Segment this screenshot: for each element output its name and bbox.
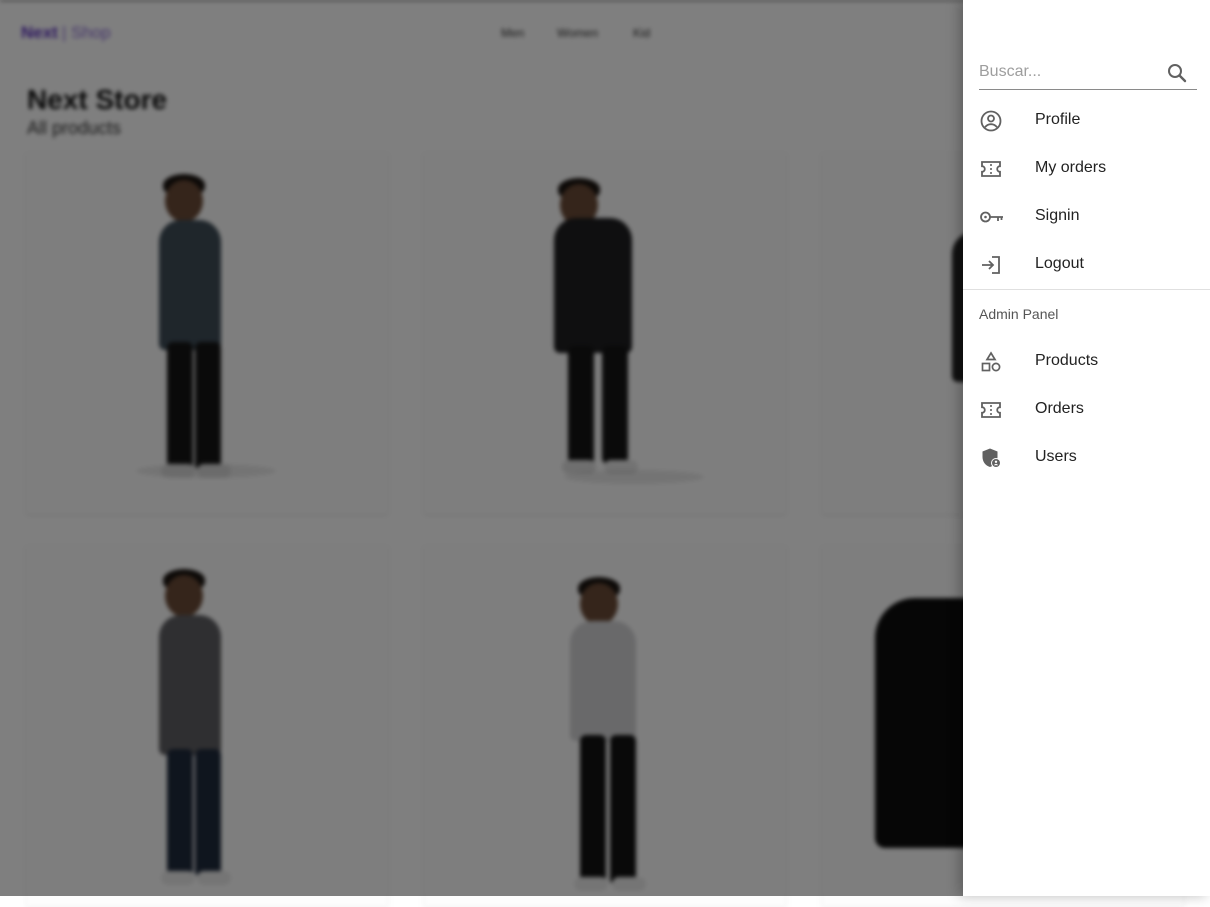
key-icon (979, 205, 1003, 229)
menu-item-label: Profile (1035, 111, 1081, 128)
menu-item-my-orders[interactable]: My orders (963, 145, 1210, 193)
login-icon (979, 253, 1003, 277)
side-drawer: Profile My orders Signin Logout Admin Pa… (963, 0, 1210, 896)
search-button[interactable] (1165, 61, 1189, 85)
ticket-icon (979, 157, 1003, 181)
menu-item-label: My orders (1035, 159, 1107, 176)
search-box (979, 58, 1197, 90)
account-circle-icon (979, 109, 1003, 133)
admin-panel-header: Admin Panel (979, 306, 1059, 322)
ticket-icon (979, 398, 1003, 422)
menu-item-label: Orders (1035, 400, 1084, 417)
menu-item-products[interactable]: Products (963, 338, 1210, 386)
menu-item-label: Logout (1035, 255, 1084, 272)
menu-item-label: Products (1035, 352, 1099, 369)
menu-item-profile[interactable]: Profile (963, 97, 1210, 145)
menu-item-signin[interactable]: Signin (963, 193, 1210, 241)
menu-item-orders[interactable]: Orders (963, 386, 1210, 434)
drawer-divider (963, 289, 1210, 290)
menu-item-label: Signin (1035, 207, 1080, 224)
menu-item-logout[interactable]: Logout (963, 241, 1210, 289)
menu-item-users[interactable]: Users (963, 434, 1210, 482)
search-icon (1168, 64, 1187, 83)
menu-item-label: Users (1035, 448, 1077, 465)
admin-user-icon (979, 446, 1003, 470)
category-icon (979, 350, 1003, 374)
search-input[interactable] (979, 60, 1159, 84)
